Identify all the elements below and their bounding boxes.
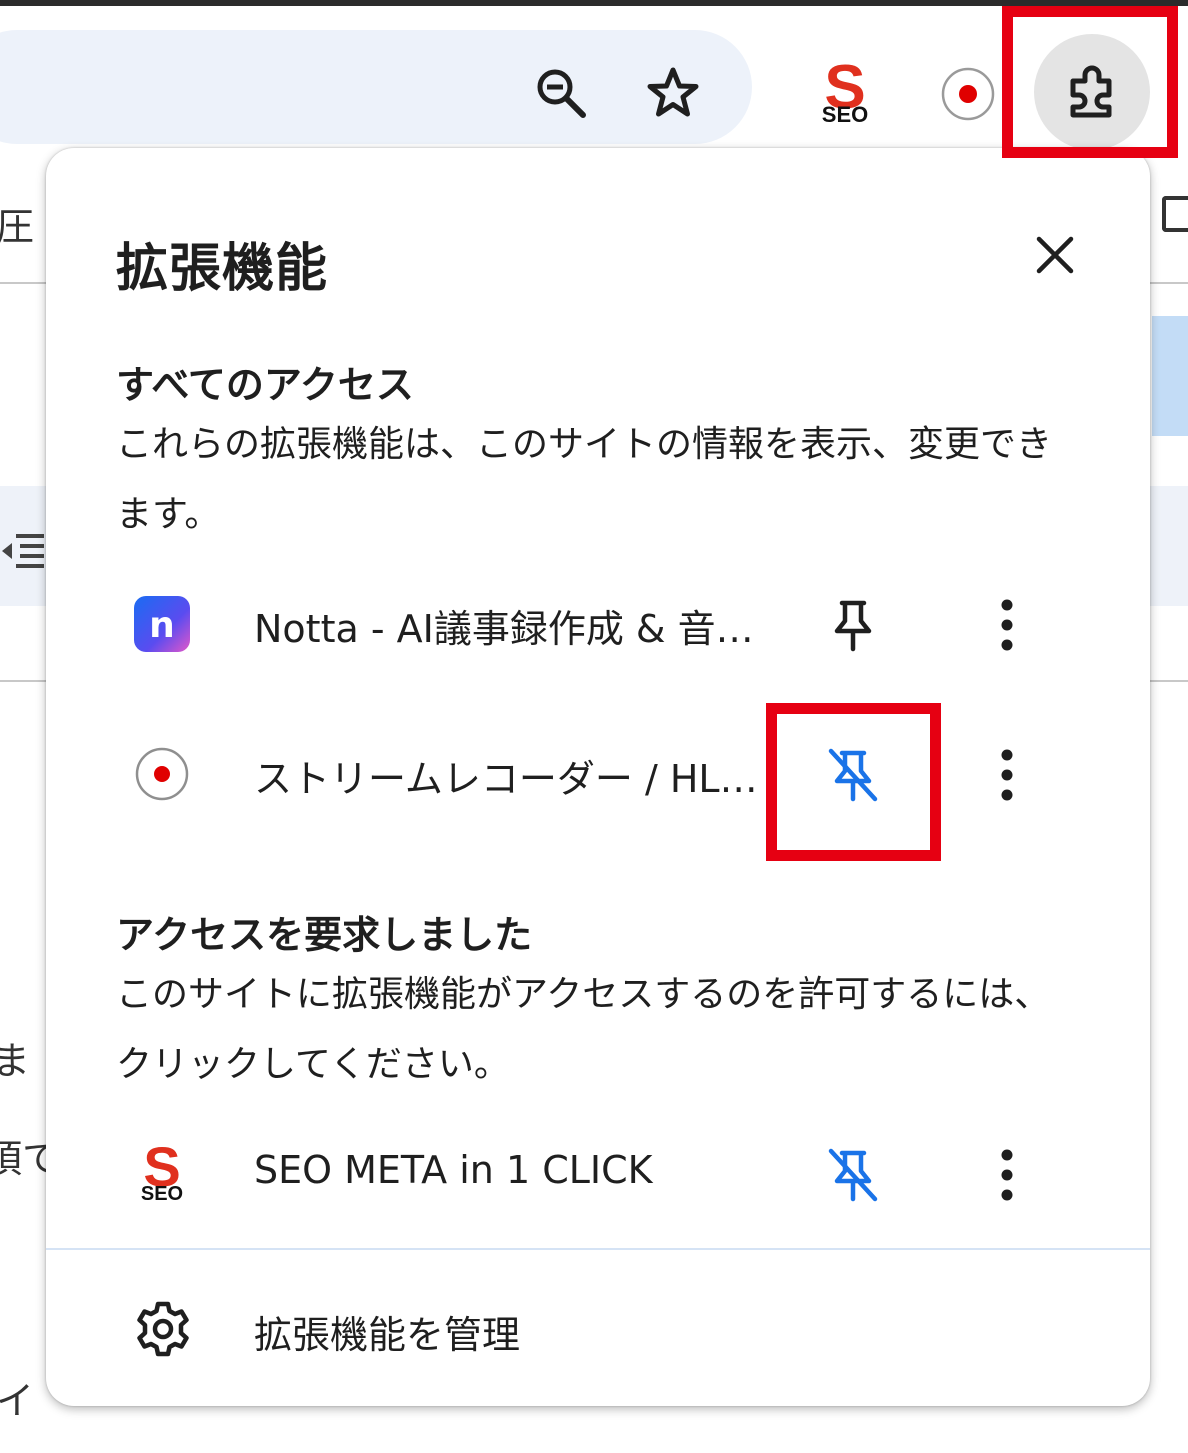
popup-title: 拡張機能: [116, 239, 329, 299]
zoom-out-icon[interactable]: [530, 62, 592, 124]
unpin-icon: [828, 1148, 878, 1202]
record-icon: [132, 744, 192, 804]
bookmark-star-icon[interactable]: [642, 62, 704, 124]
highlight-box-pin-button: [766, 703, 941, 861]
requested-access-description: このサイトに拡張機能がアクセスするのを許可するには、クリックしてください。: [116, 974, 1051, 1085]
background-selection: [1152, 316, 1188, 436]
extension-row-stream-recorder[interactable]: ストリームレコーダー / HLS & mp4 をダウンロード: [46, 718, 1150, 828]
more-vert-icon: [1001, 1149, 1013, 1201]
full-access-description: これらの拡張機能は、このサイトの情報を表示、変更できます。: [116, 424, 1053, 535]
more-vert-icon: [1001, 749, 1013, 801]
extension-name: Notta - AI議事録作成 & 音声文字起こし: [254, 607, 774, 651]
popup-divider: [46, 1248, 1150, 1250]
background-divider-right-2: [1148, 680, 1188, 682]
gear-icon: [132, 1298, 194, 1360]
indent-icon: [0, 528, 44, 576]
requested-access-heading: アクセスを要求しました: [116, 913, 533, 957]
extension-name: SEO META in 1 CLICK: [254, 1148, 653, 1192]
manage-extensions-item[interactable]: 拡張機能を管理: [46, 1268, 1150, 1388]
background-divider-right: [1148, 282, 1188, 284]
pin-icon: [834, 600, 872, 652]
seo-badge-text: SEO: [822, 102, 868, 127]
stream-recorder-toolbar-icon[interactable]: [936, 62, 1000, 126]
extensions-popup: 拡張機能 すべてのアクセス これらの拡張機能は、このサイトの情報を表示、変更でき…: [46, 148, 1150, 1406]
background-page-icon: [1162, 196, 1188, 232]
svg-text:SEO: SEO: [141, 1183, 183, 1204]
notta-icon: n: [132, 594, 192, 654]
extension-row-notta[interactable]: n Notta - AI議事録作成 & 音声文字起こし: [46, 568, 1150, 678]
background-text-4: イ: [0, 1379, 35, 1423]
more-options-button[interactable]: [972, 1140, 1042, 1210]
pin-button[interactable]: [818, 590, 888, 660]
svg-text:n: n: [149, 605, 175, 646]
seo-icon: S SEO: [132, 1144, 192, 1204]
background-band-right: [1150, 486, 1188, 606]
background-text-2: ま: [0, 1039, 31, 1083]
close-icon: [1036, 236, 1074, 274]
unpinned-button[interactable]: [818, 1140, 888, 1210]
address-bar[interactable]: [0, 30, 752, 144]
seo-extension-toolbar-icon[interactable]: S SEO: [812, 62, 878, 128]
extension-name: ストリームレコーダー / HLS & mp4 をダウンロード: [254, 757, 774, 801]
extension-row-seo-meta[interactable]: S SEO SEO META in 1 CLICK: [46, 1118, 1150, 1228]
close-button[interactable]: [1024, 224, 1086, 286]
full-access-heading: すべてのアクセス: [116, 363, 414, 407]
more-options-button[interactable]: [972, 740, 1042, 810]
background-text: 圧: [0, 205, 35, 249]
highlight-box-extensions-button: [1002, 6, 1178, 158]
more-vert-icon: [1001, 599, 1013, 651]
manage-extensions-label: 拡張機能を管理: [254, 1313, 521, 1357]
more-options-button[interactable]: [972, 590, 1042, 660]
